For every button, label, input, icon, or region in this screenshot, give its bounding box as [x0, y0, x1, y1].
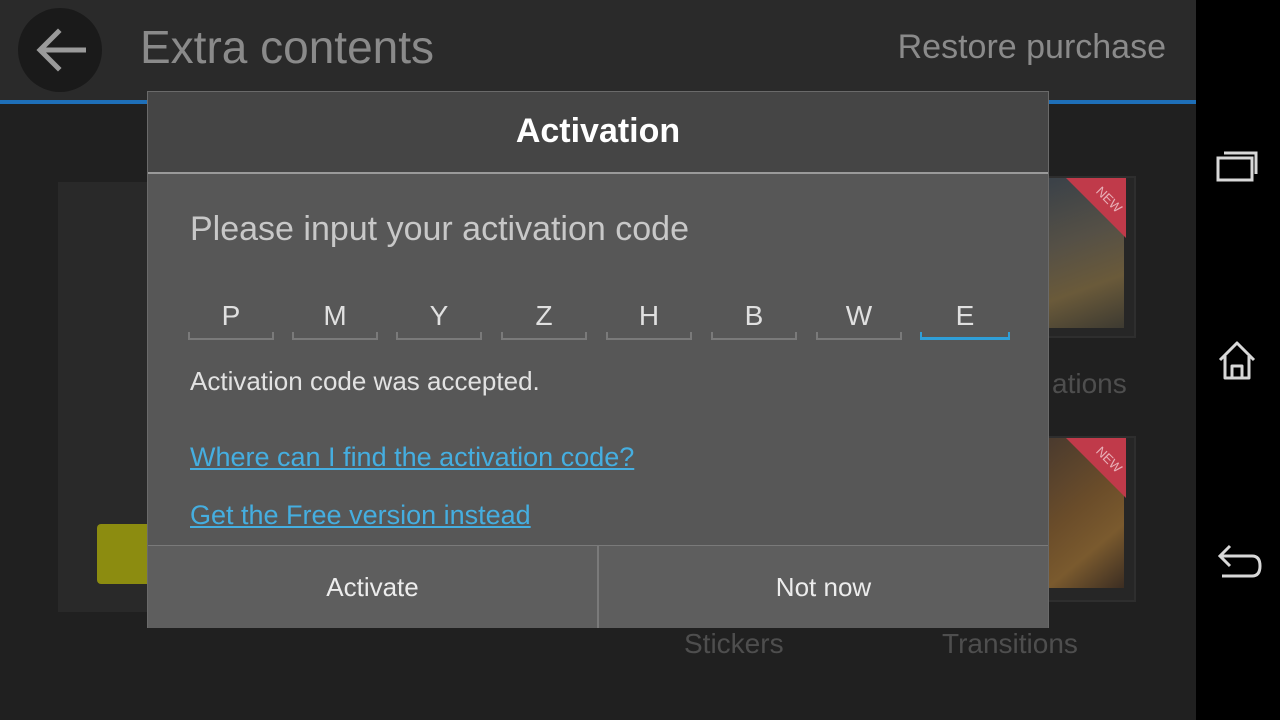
code-cell-5[interactable]: H: [606, 292, 692, 340]
code-cell-1[interactable]: P: [188, 292, 274, 340]
activate-button[interactable]: Activate: [148, 546, 597, 628]
code-cell-8[interactable]: E: [920, 292, 1010, 340]
category-label-animations: ations: [1052, 368, 1127, 399]
category-label-transitions: Transitions: [942, 628, 1078, 659]
code-cell-7[interactable]: W: [816, 292, 902, 340]
code-cell-4[interactable]: Z: [501, 292, 587, 340]
code-cell-underline: [292, 332, 378, 340]
nav-back-icon[interactable]: [1214, 540, 1264, 584]
code-cell-6[interactable]: B: [711, 292, 797, 340]
activation-prompt: Please input your activation code: [190, 210, 689, 248]
restore-purchase-button[interactable]: Restore purchase: [898, 28, 1166, 67]
code-char: Z: [535, 300, 553, 331]
code-cell-underline: [920, 332, 1010, 340]
page-title: Extra contents: [140, 21, 435, 73]
dialog-button-bar: Activate Not now: [148, 545, 1048, 628]
activation-dialog: Activation Please input your activation …: [148, 92, 1048, 628]
back-button[interactable]: [18, 8, 102, 92]
activation-code-input[interactable]: P M Y Z H B W E: [188, 292, 1018, 344]
code-char: P: [221, 300, 241, 331]
find-code-link[interactable]: Where can I find the activation code?: [190, 442, 634, 473]
category-thumbnail-animations[interactable]: NEW: [1046, 176, 1136, 338]
code-cell-underline: [606, 332, 692, 340]
code-char: M: [323, 300, 347, 331]
activation-status-message: Activation code was accepted.: [190, 366, 540, 396]
code-cell-underline: [396, 332, 482, 340]
code-char: W: [845, 300, 873, 331]
not-now-button[interactable]: Not now: [599, 546, 1048, 628]
recent-apps-icon[interactable]: [1214, 148, 1260, 184]
code-cell-underline: [816, 332, 902, 340]
home-icon[interactable]: [1214, 338, 1260, 382]
code-char: Y: [429, 300, 449, 331]
code-char: H: [638, 300, 660, 331]
code-cell-underline: [188, 332, 274, 340]
code-char: B: [744, 300, 764, 331]
dialog-header: Activation: [148, 92, 1048, 174]
code-cell-3[interactable]: Y: [396, 292, 482, 340]
code-cell-underline: [711, 332, 797, 340]
category-label-stickers: Stickers: [684, 628, 784, 659]
free-version-link[interactable]: Get the Free version instead: [190, 500, 531, 531]
code-cell-underline: [501, 332, 587, 340]
code-char: E: [955, 300, 975, 331]
dialog-title: Activation: [515, 112, 681, 150]
arrow-left-icon: [36, 28, 86, 72]
category-thumbnail-transitions[interactable]: NEW: [1046, 436, 1136, 602]
action-bar: Extra contents Restore purchase: [0, 0, 1196, 104]
code-cell-2[interactable]: M: [292, 292, 378, 340]
